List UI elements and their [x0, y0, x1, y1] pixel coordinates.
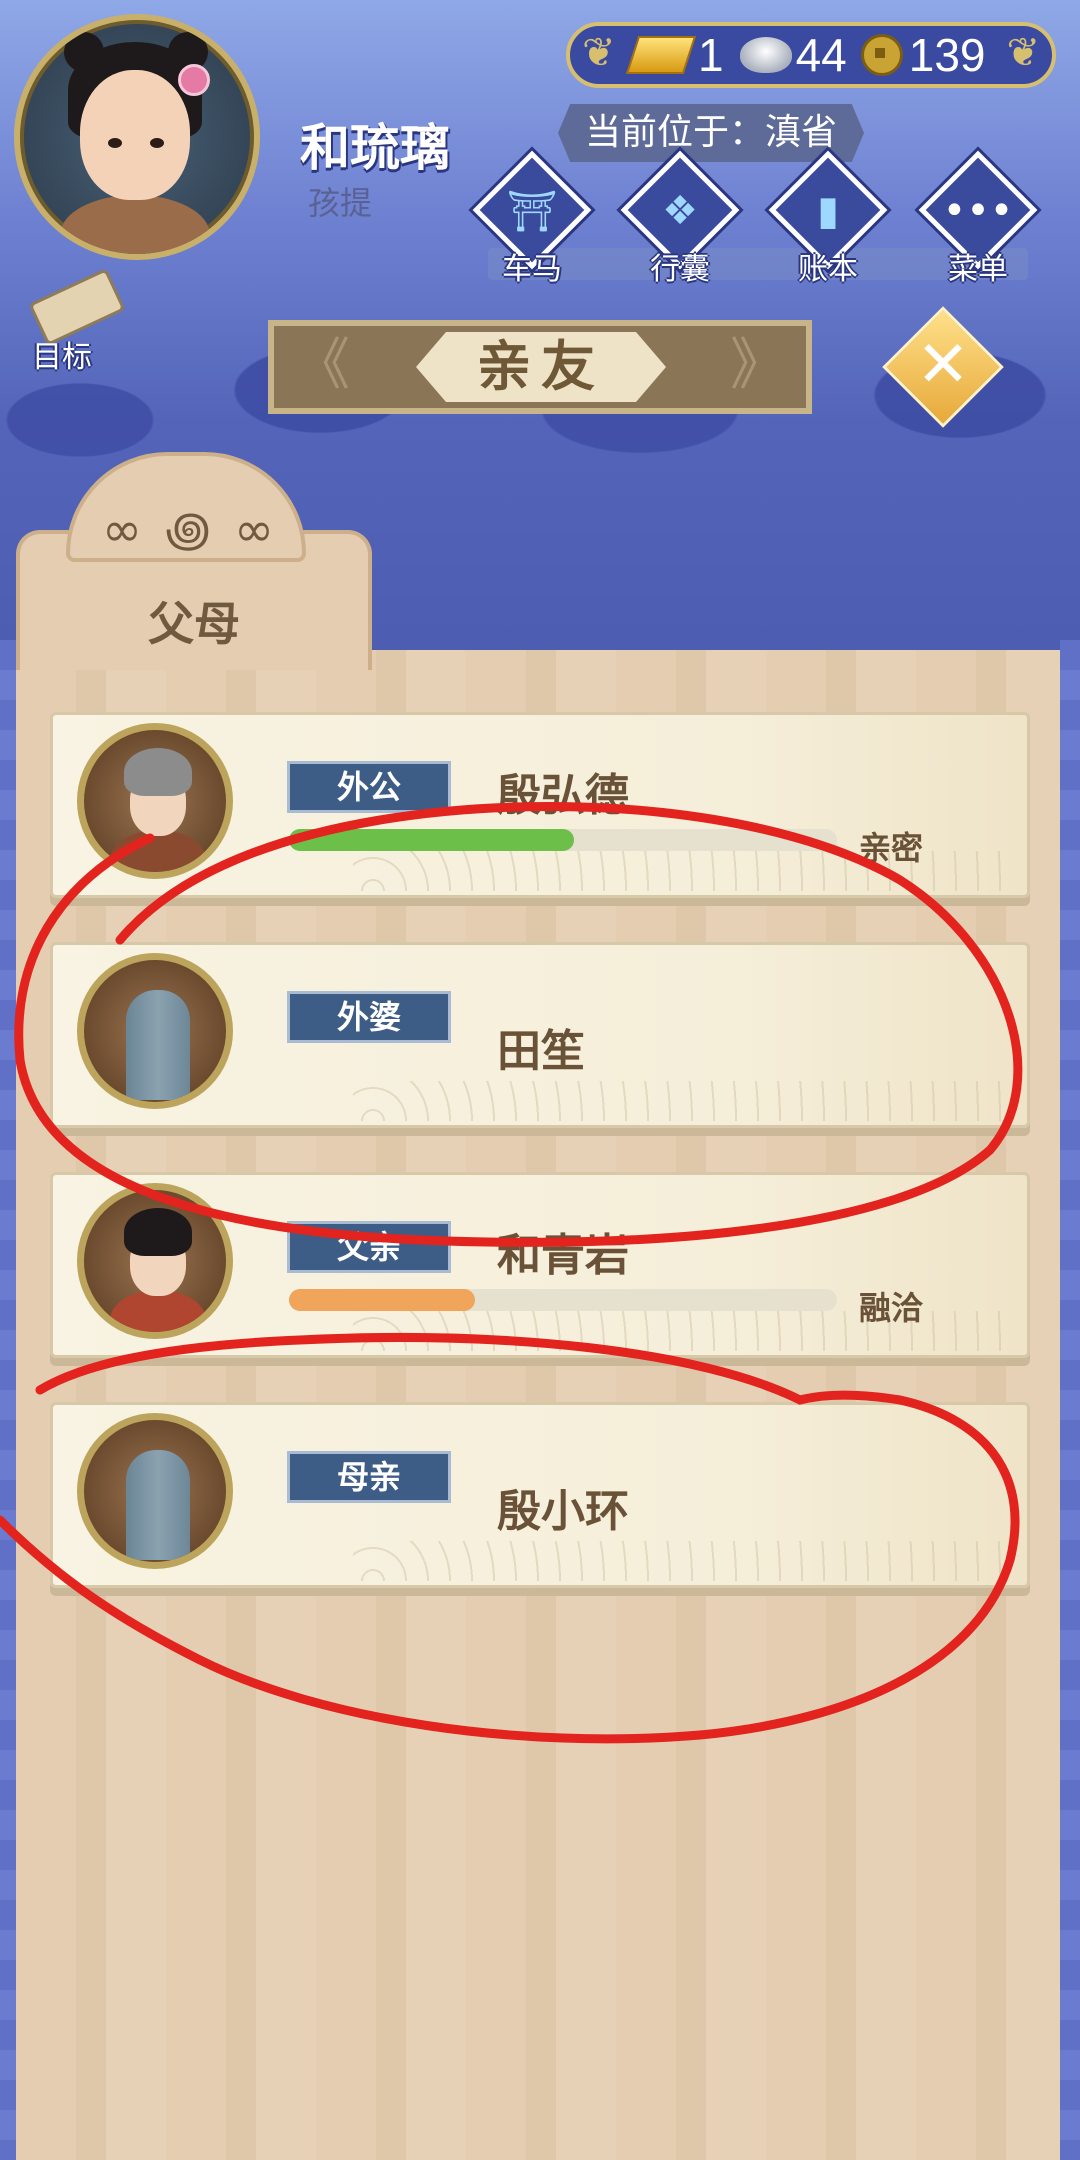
- relative-name: 和青岩: [497, 1230, 629, 1281]
- right-border: [1060, 640, 1080, 2160]
- chevron-left-icon: 《: [294, 333, 350, 398]
- avatar-face: [80, 70, 190, 200]
- player-name: 和琉璃: [300, 119, 450, 177]
- portrait-hair: [124, 1208, 192, 1256]
- location-label: 当前位于：滇省: [558, 104, 864, 162]
- relative-card[interactable]: 外公 殷弘德 亲密: [50, 712, 1030, 898]
- gold-amount: 1: [698, 29, 724, 81]
- goal-button[interactable]: 目标: [14, 267, 126, 375]
- affinity-bar: [289, 1289, 837, 1311]
- avatar-bun: [64, 32, 104, 72]
- portrait-tombstone: [77, 953, 233, 1109]
- role-badge: 母亲: [287, 1451, 451, 1503]
- copper-coin-icon: [860, 34, 903, 76]
- relative-card[interactable]: 母亲 殷小环: [50, 1402, 1030, 1588]
- bundle-icon: ❖: [662, 188, 698, 234]
- nav-label: 菜单: [948, 252, 1008, 287]
- silver-ingot-icon: [739, 37, 792, 73]
- portrait-tombstone: [77, 1413, 233, 1569]
- bamboo-icon: ❦: [1006, 30, 1040, 76]
- nav-button-ledger[interactable]: ▮ 账本: [768, 150, 888, 288]
- nav-button-menu[interactable]: ••• 菜单: [918, 150, 1038, 288]
- portrait-body: [110, 1290, 206, 1332]
- nav-button-bundle[interactable]: ❖ 行囊: [620, 150, 740, 288]
- tombstone-icon: [126, 990, 190, 1100]
- goal-label: 目标: [32, 340, 92, 375]
- avatar-body: [60, 195, 210, 254]
- player-title: 孩提: [308, 184, 373, 222]
- avatar-eye: [108, 138, 122, 148]
- wave-pattern: [353, 1081, 1013, 1121]
- chevron-right-icon: 》: [730, 333, 786, 398]
- relative-name: 田笙: [497, 1026, 585, 1077]
- affinity-status: 亲密: [859, 829, 924, 867]
- nav-label: 账本: [798, 252, 858, 287]
- affinity-fill: [289, 829, 574, 851]
- close-icon[interactable]: ✕: [900, 322, 986, 408]
- affinity-fill: [289, 1289, 476, 1311]
- affinity-bar: [289, 829, 837, 851]
- relative-name: 殷弘德: [497, 770, 629, 821]
- player-avatar[interactable]: [14, 14, 260, 260]
- copper-amount: 139: [908, 29, 986, 81]
- role-badge: 父亲: [287, 1221, 451, 1273]
- portrait-young-man: [77, 1183, 233, 1339]
- screen-title: 亲友: [416, 332, 666, 402]
- silver-amount: 44: [795, 29, 847, 81]
- bamboo-icon: ❦: [582, 30, 616, 76]
- tab-label[interactable]: 父母: [16, 588, 372, 654]
- portrait-elder-man: [77, 723, 233, 879]
- role-badge: 外婆: [287, 991, 451, 1043]
- portrait-body: [110, 830, 206, 872]
- wave-pattern: [353, 1541, 1013, 1581]
- ledger-icon: ▮: [816, 188, 839, 234]
- relative-card[interactable]: 外婆 田笙: [50, 942, 1030, 1128]
- affinity-status: 融洽: [859, 1289, 924, 1327]
- avatar-eye: [150, 138, 164, 148]
- carriage-icon: ⛩: [506, 189, 558, 235]
- title-banner: 《 亲友 》: [268, 320, 812, 414]
- role-badge: 外公: [287, 761, 451, 813]
- nav-label: 车马: [502, 252, 562, 287]
- nav-label: 行囊: [650, 252, 710, 287]
- menu-icon: •••: [942, 188, 1014, 234]
- flower-icon: [178, 64, 210, 96]
- relative-card[interactable]: 父亲 和青岩 融洽: [50, 1172, 1030, 1358]
- portrait-hair: [124, 748, 192, 796]
- nav-button-carriage[interactable]: ⛩ 车马: [472, 150, 592, 288]
- tombstone-icon: [126, 1450, 190, 1560]
- relative-name: 殷小环: [497, 1486, 629, 1537]
- cloud-ornament-icon: ∞ ꩜ ∞: [101, 502, 279, 558]
- currency-bar: ❦ 1 44 139 ❦: [566, 22, 1056, 88]
- gold-ingot-icon: [625, 36, 697, 74]
